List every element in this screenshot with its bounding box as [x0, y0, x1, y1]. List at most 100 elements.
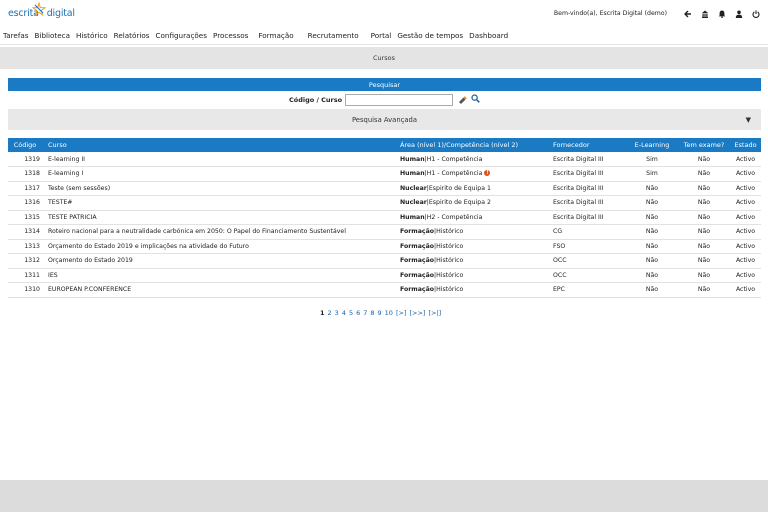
menu-item-relatorios[interactable]: Relatórios — [111, 31, 153, 40]
cell-course[interactable]: Teste (sem sessões) — [46, 181, 398, 196]
cell-course[interactable]: IES — [46, 268, 398, 283]
cell-exam: Não — [678, 268, 730, 283]
bell-icon[interactable] — [717, 9, 726, 18]
area-level1: Nuclear — [400, 184, 427, 192]
area-level2: |Espirito de Equipa 2 — [426, 199, 491, 207]
table-row[interactable]: 1315 TESTE PATRICIA Human|H2 - Competência… — [8, 210, 761, 225]
page-link[interactable]: 1 — [320, 309, 325, 317]
page-link[interactable]: [>|] — [428, 309, 441, 317]
menu-item-recrutamento[interactable]: Recrutamento — [305, 31, 362, 40]
cell-elearning: Não — [626, 210, 678, 225]
col-header-elearning[interactable]: E-Learning — [626, 138, 678, 152]
cell-code: 1313 — [8, 239, 46, 254]
power-icon[interactable] — [751, 9, 760, 18]
col-header-exam[interactable]: Tem exame? — [678, 138, 730, 152]
menu-item-biblioteca[interactable]: Biblioteca — [32, 31, 73, 40]
cell-code: 1311 — [8, 268, 46, 283]
main-menu: Tarefas Biblioteca Histórico Relatórios … — [0, 27, 768, 45]
page-link[interactable]: 10 — [385, 309, 393, 317]
cell-course[interactable]: TESTE PATRICIA — [46, 210, 398, 225]
cell-course[interactable]: TESTE# — [46, 195, 398, 211]
cell-course[interactable]: E-learning I — [46, 166, 398, 182]
menu-item-formacao[interactable]: Formação — [255, 31, 296, 40]
area-level2: |H2 - Competência — [424, 213, 483, 221]
menu-item-configuracoes[interactable]: Configurações — [152, 31, 210, 40]
clear-eraser-icon[interactable] — [458, 95, 467, 106]
advanced-search-toggle[interactable]: Pesquisa Avançada ▼ — [8, 109, 761, 130]
page-link[interactable]: 4 — [342, 309, 346, 317]
col-header-supplier[interactable]: Fornecedor — [551, 138, 626, 152]
cell-course[interactable]: Orçamento do Estado 2019 e implicações n… — [46, 239, 398, 254]
area-level2: |Histórico — [434, 242, 464, 250]
area-level1: Formação — [400, 228, 434, 236]
logo[interactable]: escrita digital — [8, 1, 75, 26]
pagination: 1 2 3 4 5 6 7 8 9 10 [>] [>>] [>|] — [320, 309, 441, 317]
page-link[interactable]: 2 — [328, 309, 332, 317]
menu-item-dashboard[interactable]: Dashboard — [466, 31, 511, 40]
col-header-area[interactable]: Área (nível 1)/Competência (nível 2) — [398, 138, 551, 152]
area-level1: Formação — [400, 257, 434, 265]
cell-area: Human|H1 - Competência! — [398, 166, 551, 182]
cell-exam: Não — [678, 253, 730, 269]
cell-status: Activo — [730, 268, 761, 283]
table-row[interactable]: 1310 EUROPEAN P.CONFERENCE Formação|Histór… — [8, 282, 761, 298]
table-row[interactable]: 1313 Orçamento do Estado 2019 e implicaçõ… — [8, 239, 761, 254]
area-level1: Formação — [400, 271, 434, 279]
col-header-status[interactable]: Estado — [730, 138, 761, 152]
area-level1: Formação — [400, 286, 434, 294]
table-row[interactable]: 1317 Teste (sem sessões) Nuclear|Espirito … — [8, 181, 761, 196]
user-icon[interactable] — [734, 9, 743, 18]
cell-exam: Não — [678, 166, 730, 182]
cell-area: Formação|Histórico — [398, 239, 551, 254]
cell-elearning: Não — [626, 253, 678, 269]
menu-item-portal[interactable]: Portal — [368, 31, 395, 40]
page-link[interactable]: 8 — [370, 309, 374, 317]
area-level1: Human — [400, 170, 425, 178]
col-header-course[interactable]: Curso — [46, 138, 398, 152]
cell-status: Activo — [730, 152, 761, 167]
page-link[interactable]: [>>] — [409, 309, 425, 317]
cell-elearning: Não — [626, 224, 678, 240]
page-title: Cursos — [0, 47, 768, 69]
cell-area: Human|H1 - Competência — [398, 152, 551, 167]
cell-elearning: Não — [626, 282, 678, 298]
cell-course[interactable]: Roteiro nacional para a neutralidade car… — [46, 224, 398, 240]
cell-exam: Não — [678, 282, 730, 298]
menu-item-processos[interactable]: Processos — [210, 31, 251, 40]
cell-elearning: Não — [626, 195, 678, 211]
page-link[interactable]: [>] — [396, 309, 407, 317]
col-header-code[interactable]: Código — [8, 138, 46, 152]
page-link[interactable]: 7 — [363, 309, 367, 317]
cell-code: 1319 — [8, 152, 46, 167]
building-icon[interactable] — [700, 9, 709, 18]
search-icon[interactable] — [471, 94, 480, 105]
cell-elearning: Sim — [626, 152, 678, 167]
search-label: Código / Curso — [289, 96, 343, 104]
welcome-text: Bem-vindo(a), Escrita Digital (demo) — [553, 10, 667, 17]
page-link[interactable]: 5 — [349, 309, 353, 317]
table-row[interactable]: 1318 E-learning I Human|H1 - Competência! E… — [8, 166, 761, 182]
cell-course[interactable]: EUROPEAN P.CONFERENCE — [46, 282, 398, 298]
cell-code: 1310 — [8, 282, 46, 298]
search-row: Código / Curso — [8, 91, 761, 109]
cell-course[interactable]: E-learning II — [46, 152, 398, 167]
page-link[interactable]: 3 — [335, 309, 339, 317]
search-input[interactable] — [345, 94, 453, 106]
menu-item-historico[interactable]: Histórico — [73, 31, 111, 40]
logo-text-2: digital — [46, 8, 75, 19]
table-row[interactable]: 1316 TESTE# Nuclear|Espirito de Equipa 2 Es… — [8, 195, 761, 211]
table-row[interactable]: 1314 Roteiro nacional para a neutralidade… — [8, 224, 761, 240]
table-row[interactable]: 1312 Orçamento do Estado 2019 Formação|His… — [8, 253, 761, 269]
cell-course[interactable]: Orçamento do Estado 2019 — [46, 253, 398, 269]
page-link[interactable]: 9 — [378, 309, 382, 317]
chevron-down-icon[interactable]: ▼ — [746, 116, 751, 124]
page-link[interactable]: 6 — [356, 309, 360, 317]
cell-status: Activo — [730, 239, 761, 254]
table-row[interactable]: 1311 IES Formação|Histórico OCC Não Não Activo — [8, 268, 761, 283]
table-row[interactable]: 1319 E-learning II Human|H1 - Competência E… — [8, 152, 761, 167]
menu-item-tarefas[interactable]: Tarefas — [0, 31, 32, 40]
warning-icon[interactable]: ! — [484, 170, 491, 177]
area-level2: |Espirito de Equipa 1 — [426, 184, 491, 192]
menu-item-gestao-tempos[interactable]: Gestão de tempos — [394, 31, 466, 40]
back-arrow-icon[interactable] — [683, 9, 692, 18]
